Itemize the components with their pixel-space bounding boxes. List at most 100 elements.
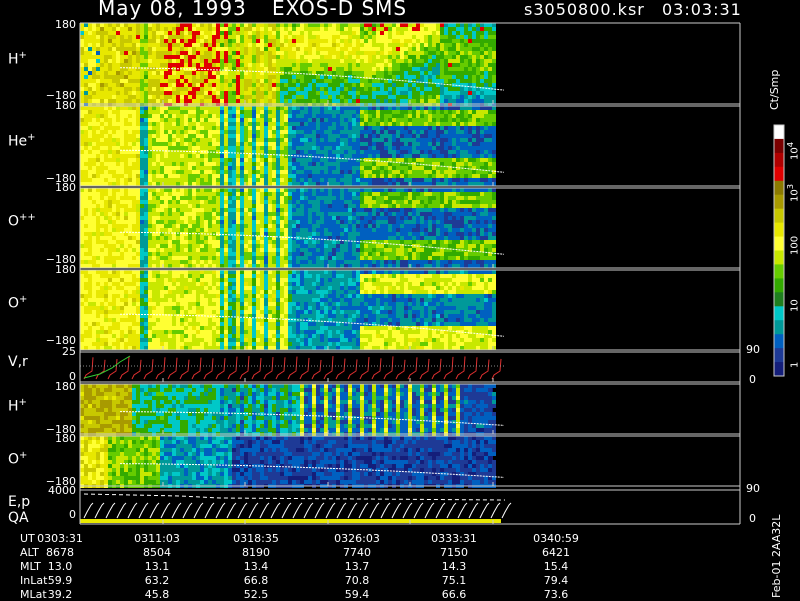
panel-o-plusplus-cell	[88, 244, 92, 248]
panel-h-plus-cell	[160, 67, 164, 71]
panel-o-plusplus-cell	[120, 236, 124, 240]
panel-he-plus-cell	[88, 110, 92, 114]
panel-he-plus-cell	[268, 170, 272, 174]
panel-h-plus-cell	[436, 43, 440, 47]
panel-o-plusplus-cell	[176, 196, 180, 200]
panel-o-plusplus-cell	[140, 264, 144, 268]
panel-he-plus-cell	[312, 182, 316, 186]
panel-he-plus-cell	[200, 166, 204, 170]
panel-he-plus-cell	[400, 150, 404, 154]
panel-h-plus-cell	[392, 23, 396, 27]
panel-he-plus-cell	[100, 118, 104, 122]
panel-he-plus-cell	[412, 106, 416, 110]
panel-he-plus-cell	[428, 166, 432, 170]
panel-h-plus-cell	[376, 47, 380, 51]
panel-he-plus-cell	[292, 114, 296, 118]
panel-h-plus-cell	[420, 87, 424, 91]
panel-o-plusplus-cell	[88, 212, 92, 216]
panel-h-plus-cell	[112, 75, 116, 79]
panel-he-plus-cell	[164, 174, 168, 178]
panel-o-plusplus-cell	[80, 212, 84, 216]
panel-he-plus-cell	[448, 182, 452, 186]
panel-he-plus-cell	[144, 138, 148, 142]
panel-he-plus-cell	[484, 146, 488, 150]
panel-he-plus-cell	[392, 114, 396, 118]
panel-he-plus-cell	[396, 182, 400, 186]
panel-he-plus-cell	[308, 114, 312, 118]
panel-h-plus-cell	[408, 59, 412, 63]
panel-h-plus-cell	[156, 59, 160, 63]
panel-h-plus-cell	[84, 63, 88, 67]
panel-he-plus-cell	[448, 158, 452, 162]
panel-h-plus-cell	[484, 79, 488, 83]
panel-he-plus-cell	[416, 126, 420, 130]
panel-he-plus-cell	[416, 134, 420, 138]
panel-he-plus-cell	[436, 142, 440, 146]
panel-o-plusplus-cell	[92, 240, 96, 244]
panel-he-plus-cell	[184, 182, 188, 186]
panel-h-plus-cell	[336, 35, 340, 39]
panel-h-plus-cell	[448, 47, 452, 51]
panel-o-plusplus-cell	[80, 264, 84, 268]
panel-he-plus-cell	[196, 154, 200, 158]
panel-h-plus-cell	[88, 63, 92, 67]
panel-h-plus-cell	[284, 91, 288, 95]
panel-he-plus-cell	[336, 122, 340, 126]
panel-h-plus-cell	[476, 51, 480, 55]
panel-h-plus-cell	[460, 99, 464, 103]
panel-he-plus-cell	[192, 142, 196, 146]
panel-he-plus-cell	[244, 158, 248, 162]
panel-h-plus-cell	[296, 31, 300, 35]
panel-h-plus-cell	[200, 59, 204, 63]
panel-o-plusplus-cell	[100, 232, 104, 236]
panel-h-plus-cell	[356, 91, 360, 95]
panel-o-plusplus-cell	[84, 228, 88, 232]
panel-h-plus-cell	[140, 63, 144, 67]
panel-h-plus-cell	[304, 83, 308, 87]
panel-he-plus-cell	[292, 106, 296, 110]
panel-he-plus-cell	[300, 174, 304, 178]
panel-he-plus-cell	[444, 142, 448, 146]
panel-o-plusplus-cell	[216, 240, 220, 244]
panel-o-plusplus-cell	[128, 188, 132, 192]
panel-he-plus-cell	[164, 154, 168, 158]
panel-h-plus-cell	[92, 75, 96, 79]
panel-he-plus-cell	[176, 134, 180, 138]
panel-he-plus-cell	[336, 170, 340, 174]
panel-he-plus-cell	[380, 174, 384, 178]
panel-o-plusplus-cell	[212, 244, 216, 248]
panel-he-plus-cell	[152, 126, 156, 130]
panel-h-plus-cell	[212, 51, 216, 55]
panel-h-plus-cell	[412, 47, 416, 51]
panel-h-plus-cell	[472, 39, 476, 43]
panel-he-plus-cell	[248, 170, 252, 174]
panel-h-plus-cell	[392, 63, 396, 67]
panel-h-plus-cell	[136, 71, 140, 75]
panel-h-plus-cell	[180, 43, 184, 47]
panel-he-plus-cell	[296, 158, 300, 162]
panel-h-plus-cell	[356, 43, 360, 47]
panel-h-plus-cell	[172, 43, 176, 47]
panel-h-plus-cell	[468, 47, 472, 51]
panel-he-plus-cell	[436, 170, 440, 174]
panel-o-plusplus-cell	[104, 200, 108, 204]
panel-h-plus-cell	[248, 59, 252, 63]
panel-he-plus-cell	[120, 126, 124, 130]
panel-h-plus-cell	[316, 75, 320, 79]
panel-he-plus-cell	[100, 146, 104, 150]
panel-he-plus-cell	[452, 122, 456, 126]
panel-h-plus-cell	[408, 39, 412, 43]
panel-o-plusplus-cell	[96, 228, 100, 232]
panel-he-plus-cell	[200, 110, 204, 114]
panel-h-plus-cell	[344, 27, 348, 31]
panel-he-plus-cell	[216, 146, 220, 150]
panel-h-plus-cell	[376, 59, 380, 63]
panel-he-plus-cell	[128, 122, 132, 126]
panel-h-plus-cell	[492, 39, 496, 43]
panel-he-plus-cell	[180, 154, 184, 158]
panel-h-plus-cell	[128, 79, 132, 83]
panel-he-plus-cell	[200, 154, 204, 158]
panel-h-plus-cell	[380, 55, 384, 59]
panel-he-plus-cell	[404, 142, 408, 146]
panel-he-plus-cell	[156, 178, 160, 182]
